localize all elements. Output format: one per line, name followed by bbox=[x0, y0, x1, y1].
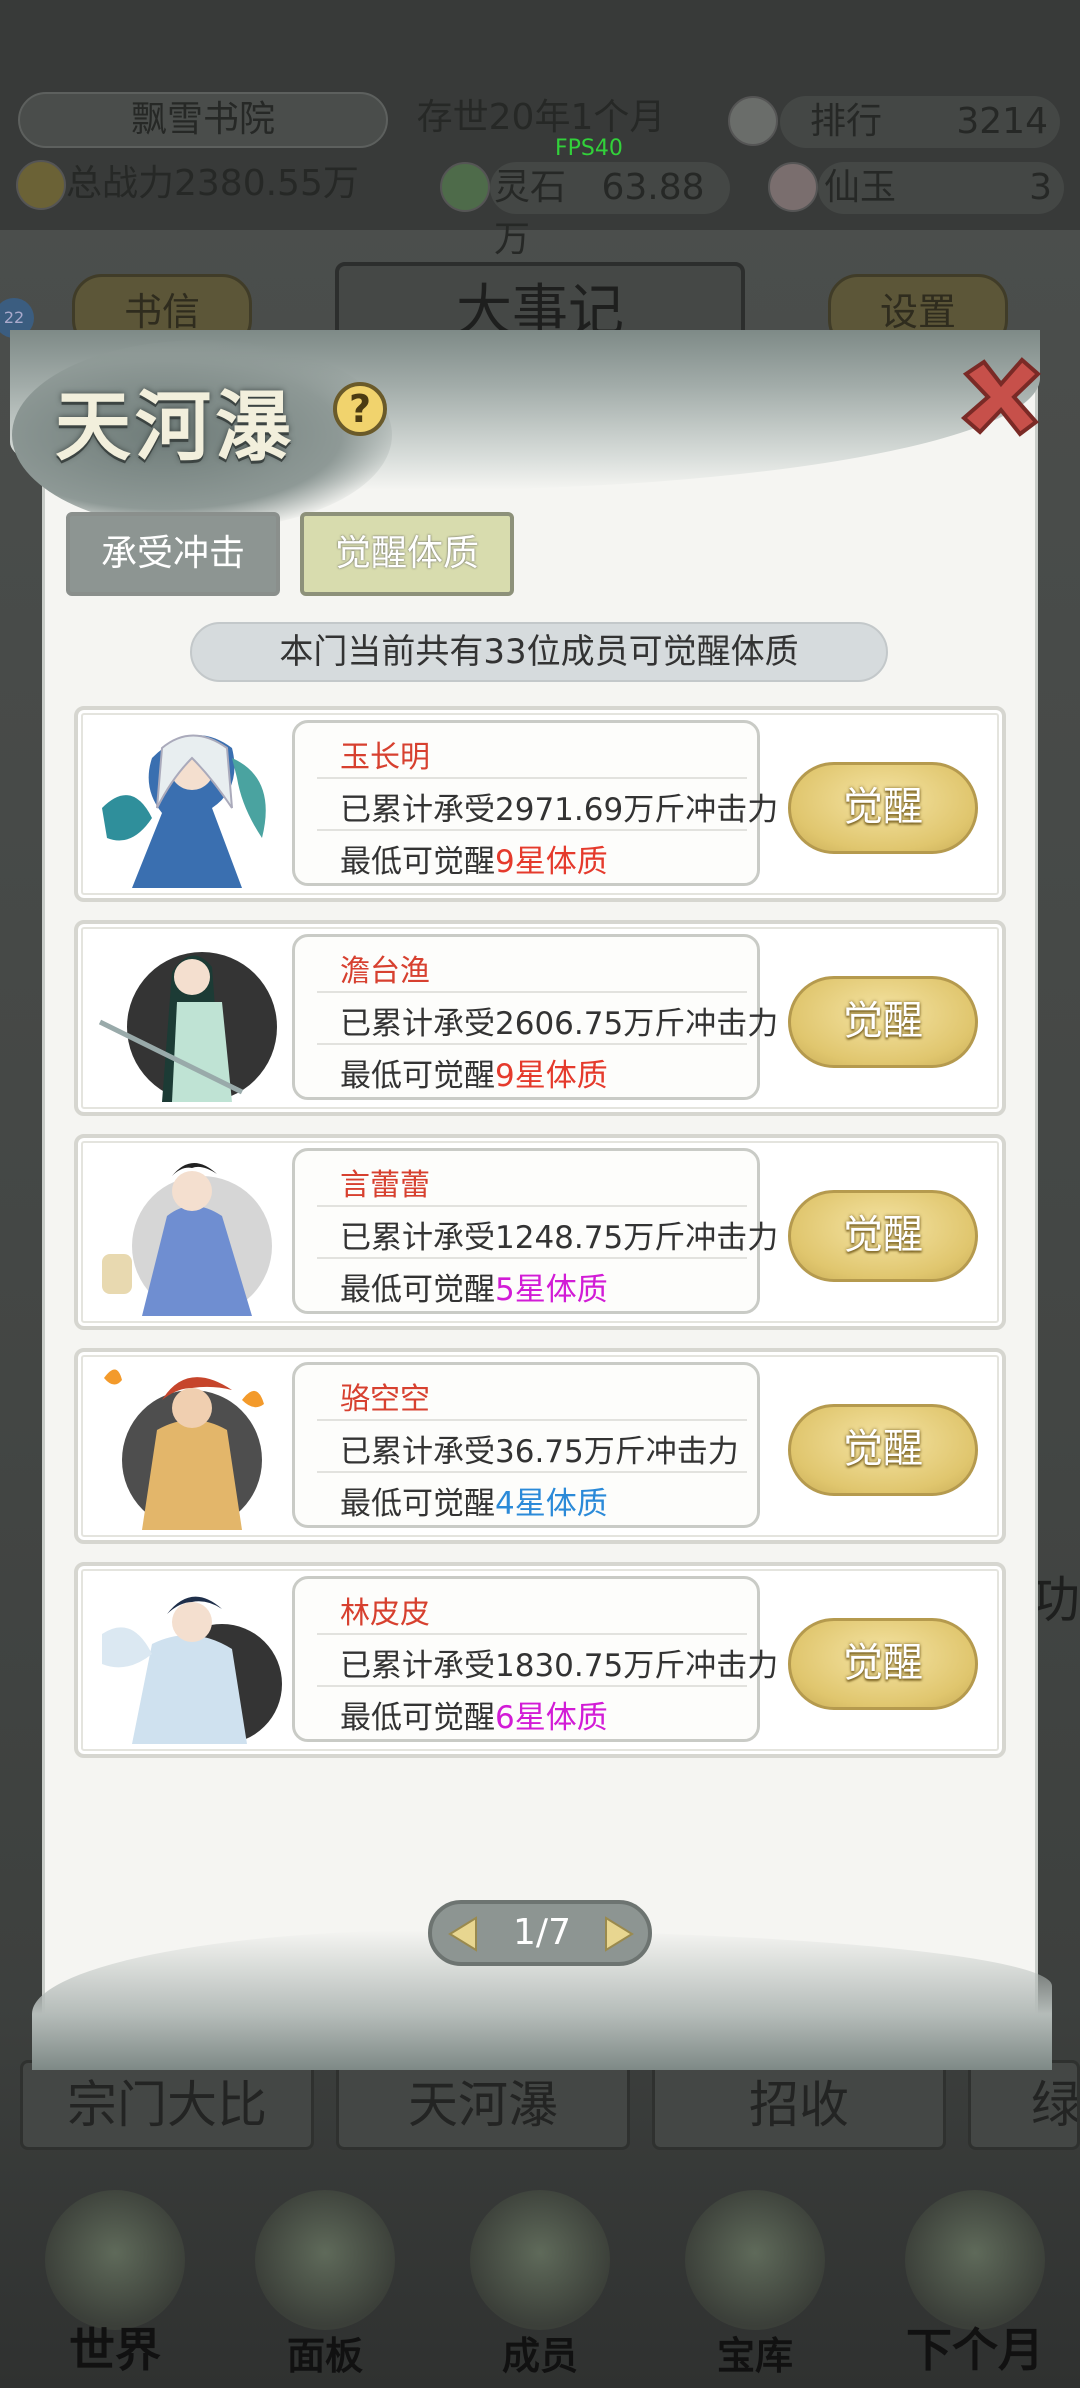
member-name: 玉长明 bbox=[340, 740, 430, 775]
next-page-icon[interactable] bbox=[600, 1914, 638, 1954]
next-month-icon bbox=[905, 2190, 1045, 2330]
member-card: 言蕾蕾 已累计承受1248.75万斤冲击力 最低可觉醒5星体质 觉醒 bbox=[74, 1134, 1006, 1330]
tab-bear-impact[interactable]: 承受冲击 bbox=[66, 512, 280, 596]
member-portrait bbox=[92, 718, 286, 890]
member-min-grade: 最低可觉醒6星体质 bbox=[340, 1700, 608, 1736]
member-portrait bbox=[92, 932, 286, 1104]
spirit-stone-icon bbox=[440, 162, 490, 212]
prev-page-icon[interactable] bbox=[444, 1914, 482, 1954]
pager: 1/7 bbox=[428, 1900, 652, 1966]
rank-box[interactable]: 排行 3214 bbox=[780, 96, 1060, 148]
rank-value: 3214 bbox=[956, 101, 1048, 142]
sect-name: 飘雪书院 bbox=[18, 92, 388, 148]
spirit-stone-label: 灵石 bbox=[494, 167, 567, 208]
member-min-grade: 最低可觉醒4星体质 bbox=[340, 1486, 608, 1522]
power-icon bbox=[16, 160, 66, 210]
tab-recruit[interactable]: 招收 bbox=[652, 2060, 946, 2150]
members-icon bbox=[470, 2190, 610, 2330]
member-card: 玉长明 已累计承受2971.69万斤冲击力 最低可觉醒9星体质 觉醒 bbox=[74, 706, 1006, 902]
panel-icon bbox=[255, 2190, 395, 2330]
awaken-button[interactable]: 觉醒 bbox=[788, 1404, 978, 1496]
modal-title: 天河瀑 bbox=[55, 382, 295, 471]
member-impact: 已累计承受36.75万斤冲击力 bbox=[340, 1434, 739, 1470]
member-min-grade: 最低可觉醒9星体质 bbox=[340, 844, 608, 880]
member-name: 言蕾蕾 bbox=[340, 1168, 430, 1203]
nav-panel-label: 面板 bbox=[286, 2333, 363, 2378]
grade-value: 9星体质 bbox=[495, 844, 608, 880]
grade-value: 5星体质 bbox=[495, 1272, 608, 1308]
member-impact: 已累计承受1248.75万斤冲击力 bbox=[340, 1220, 779, 1256]
member-min-grade: 最低可觉醒5星体质 bbox=[340, 1272, 608, 1308]
member-impact: 已累计承受2971.69万斤冲击力 bbox=[340, 792, 779, 828]
nav-members[interactable]: 成员 bbox=[455, 2190, 625, 2388]
close-icon[interactable] bbox=[956, 352, 1046, 442]
nav-next-month[interactable]: 下个月 bbox=[875, 2190, 1075, 2388]
tab-heavenly-waterfall[interactable]: 天河瀑 bbox=[336, 2060, 630, 2150]
treasury-icon bbox=[685, 2190, 825, 2330]
nav-next-month-label: 下个月 bbox=[906, 2323, 1044, 2377]
member-card: 林皮皮 已累计承受1830.75万斤冲击力 最低可觉醒6星体质 觉醒 bbox=[74, 1562, 1006, 1758]
nav-treasury-label: 宝库 bbox=[716, 2333, 793, 2378]
sect-age: 存世20年1个月 bbox=[416, 97, 666, 138]
info-banner: 本门当前共有33位成员可觉醒体质 bbox=[190, 622, 888, 682]
tab-sect-contest[interactable]: 宗门大比 bbox=[20, 2060, 314, 2150]
member-impact: 已累计承受1830.75万斤冲击力 bbox=[340, 1648, 779, 1684]
grade-value: 9星体质 bbox=[495, 1058, 608, 1094]
help-icon[interactable]: ? bbox=[333, 382, 387, 436]
awaken-button[interactable]: 觉醒 bbox=[788, 762, 978, 854]
rank-icon bbox=[728, 96, 778, 146]
rank-label: 排行 bbox=[810, 101, 883, 142]
jade-box: 仙玉 3 bbox=[818, 162, 1064, 214]
awaken-button[interactable]: 觉醒 bbox=[788, 1618, 978, 1710]
nav-world-label: 世界 bbox=[69, 2323, 161, 2377]
jade-label: 仙玉 bbox=[824, 167, 897, 208]
member-portrait bbox=[92, 1574, 286, 1746]
tab-awaken-physique[interactable]: 觉醒体质 bbox=[300, 512, 514, 596]
nav-treasury[interactable]: 宝库 bbox=[670, 2190, 840, 2388]
nav-panel[interactable]: 面板 bbox=[240, 2190, 410, 2388]
fps-counter: FPS40 bbox=[555, 136, 623, 161]
world-icon bbox=[45, 2190, 185, 2330]
jade-value: 3 bbox=[1029, 167, 1052, 208]
member-min-grade: 最低可觉醒9星体质 bbox=[340, 1058, 608, 1094]
total-power: 总战力2380.55万 bbox=[66, 163, 359, 204]
page-indicator: 1/7 bbox=[513, 1912, 571, 1953]
jade-icon bbox=[768, 162, 818, 212]
nav-world[interactable]: 世界 bbox=[30, 2190, 200, 2388]
grade-value: 4星体质 bbox=[495, 1486, 608, 1522]
member-name: 林皮皮 bbox=[340, 1596, 430, 1631]
member-impact: 已累计承受2606.75万斤冲击力 bbox=[340, 1006, 779, 1042]
member-portrait bbox=[92, 1360, 286, 1532]
awaken-button[interactable]: 觉醒 bbox=[788, 976, 978, 1068]
grade-value: 6星体质 bbox=[495, 1700, 608, 1736]
member-card: 骆空空 已累计承受36.75万斤冲击力 最低可觉醒4星体质 觉醒 bbox=[74, 1348, 1006, 1544]
spirit-stone-box: 灵石 63.88万 bbox=[490, 162, 730, 260]
nav-members-label: 成员 bbox=[501, 2333, 578, 2378]
member-portrait bbox=[92, 1146, 286, 1318]
member-name: 骆空空 bbox=[340, 1382, 430, 1417]
member-card: 澹台渔 已累计承受2606.75万斤冲击力 最低可觉醒9星体质 觉醒 bbox=[74, 920, 1006, 1116]
member-name: 澹台渔 bbox=[340, 954, 430, 989]
tab-more[interactable]: 绿 bbox=[968, 2060, 1080, 2150]
awaken-button[interactable]: 觉醒 bbox=[788, 1190, 978, 1282]
